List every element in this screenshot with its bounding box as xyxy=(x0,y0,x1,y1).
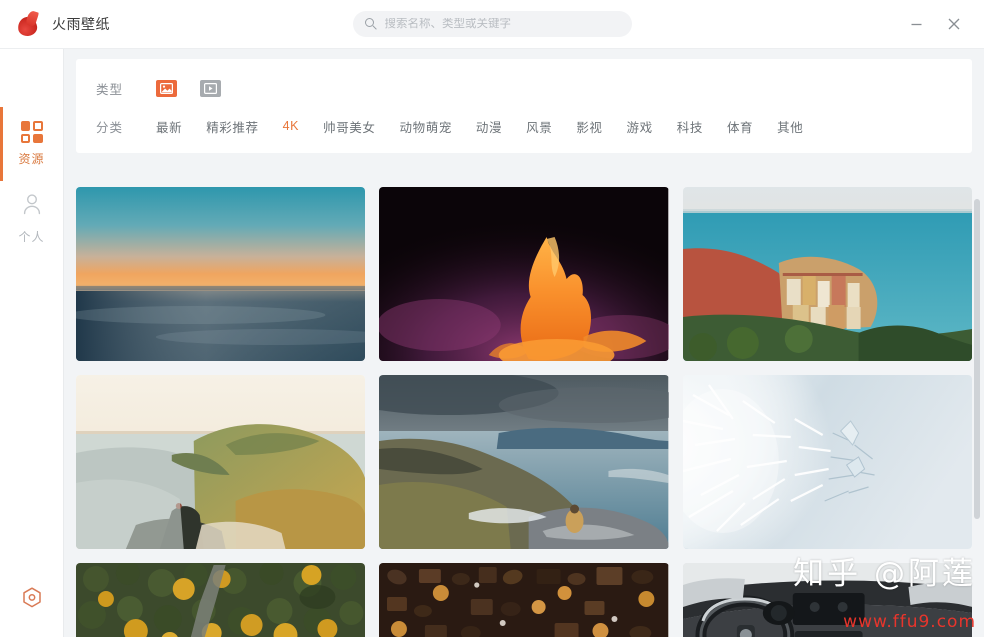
filter-panel: 类型 分类 最新 精彩推荐 4K 帅哥美女 动物萌宠 动漫 风景 影视 游戏 科… xyxy=(76,59,972,153)
category-options: 最新 精彩推荐 4K 帅哥美女 动物萌宠 动漫 风景 影视 游戏 科技 体育 其… xyxy=(156,117,803,136)
wallpaper-thumbnail-car-interior-dashboard xyxy=(682,563,972,637)
category-item-sports[interactable]: 体育 xyxy=(727,117,753,136)
search-icon xyxy=(364,17,378,31)
wallpaper-card[interactable] xyxy=(379,375,669,549)
type-option-video[interactable] xyxy=(200,79,221,97)
wallpaper-thumbnail-sunset-ocean-horizon xyxy=(76,187,366,361)
wallpaper-card[interactable] xyxy=(379,187,669,361)
grid-icon xyxy=(20,121,43,143)
video-play-icon xyxy=(204,82,217,94)
sidebar-item-resources-label: 资源 xyxy=(18,152,45,166)
wallpaper-thumbnail-cinque-terre-coastal-village xyxy=(682,187,972,361)
main-scrollbar[interactable] xyxy=(974,199,980,607)
wallpaper-card[interactable] xyxy=(682,375,972,549)
wallpaper-card[interactable] xyxy=(682,563,972,637)
app-title: 火雨壁纸 xyxy=(52,16,110,32)
category-item-4k[interactable]: 4K xyxy=(283,119,300,133)
window-controls xyxy=(744,9,984,39)
wallpaper-thumbnail-orange-purple-ink-flame xyxy=(379,187,669,361)
search-input[interactable] xyxy=(384,18,620,30)
wallpaper-thumbnail-golden-cliffs-coastline xyxy=(76,375,366,549)
app-window: 火雨壁纸 搜索名称、类型或关键字 资源 个人 类型 分类 最新 精彩推荐 4K … xyxy=(0,0,984,637)
category-item-anime[interactable]: 动漫 xyxy=(476,117,502,136)
person-icon xyxy=(20,192,44,221)
image-icon xyxy=(160,82,173,94)
filter-row-type: 类型 xyxy=(96,73,952,103)
wallpaper-grid xyxy=(76,187,972,637)
category-item-other[interactable]: 其他 xyxy=(777,117,803,136)
search-box[interactable] xyxy=(352,11,632,37)
flame-logo-icon xyxy=(16,9,42,38)
wallpaper-thumbnail-frost-ice-crystals-macro xyxy=(682,375,972,549)
wallpaper-card[interactable] xyxy=(379,563,669,637)
close-button[interactable] xyxy=(938,9,970,39)
category-item-animals[interactable]: 动物萌宠 xyxy=(400,117,452,136)
wallpaper-card[interactable] xyxy=(76,375,366,549)
app-brand: 火雨壁纸 xyxy=(0,9,240,38)
category-item-latest[interactable]: 最新 xyxy=(156,117,182,136)
wallpaper-thumbnail-moody-cliff-overlook xyxy=(379,375,669,549)
wallpaper-card[interactable] xyxy=(76,563,366,637)
category-item-games[interactable]: 游戏 xyxy=(627,117,653,136)
wallpaper-thumbnail-latte-art-coffee-beans xyxy=(379,563,669,637)
sidebar-item-personal[interactable]: 个人 xyxy=(0,181,64,255)
title-bar: 火雨壁纸 xyxy=(0,0,984,48)
minimize-button[interactable] xyxy=(900,9,932,39)
category-item-scenery[interactable]: 风景 xyxy=(526,117,552,136)
filter-row-category: 分类 最新 精彩推荐 4K 帅哥美女 动物萌宠 动漫 风景 影视 游戏 科技 体… xyxy=(96,111,952,141)
sidebar-settings[interactable] xyxy=(0,585,64,611)
gallery-scroll-area xyxy=(76,187,972,637)
wallpaper-card[interactable] xyxy=(76,187,366,361)
type-options xyxy=(156,79,221,97)
sidebar-item-personal-label: 个人 xyxy=(18,229,45,244)
type-option-image[interactable] xyxy=(156,79,177,97)
filter-category-label: 分类 xyxy=(96,120,124,135)
filter-type-label: 类型 xyxy=(96,82,124,97)
body: 资源 个人 类型 分类 最新 精彩推荐 4K 帅哥美女 动物萌宠 动漫 风景 影… xyxy=(0,48,984,637)
category-item-tech[interactable]: 科技 xyxy=(677,117,703,136)
main-inner: 类型 分类 最新 精彩推荐 4K 帅哥美女 动物萌宠 动漫 风景 影视 游戏 科… xyxy=(64,49,984,637)
category-item-people[interactable]: 帅哥美女 xyxy=(323,117,375,136)
sidebar: 资源 个人 xyxy=(0,49,64,637)
main-content: 类型 分类 最新 精彩推荐 4K 帅哥美女 动物萌宠 动漫 风景 影视 游戏 科… xyxy=(64,49,984,637)
gear-icon xyxy=(22,587,41,608)
category-item-movies[interactable]: 影视 xyxy=(576,117,602,136)
wallpaper-card[interactable] xyxy=(682,187,972,361)
scrollbar-thumb[interactable] xyxy=(974,199,980,519)
search-container xyxy=(240,11,744,37)
wallpaper-thumbnail-aerial-autumn-forest-road xyxy=(76,563,366,637)
category-item-featured[interactable]: 精彩推荐 xyxy=(206,117,258,136)
sidebar-item-resources[interactable]: 资源 xyxy=(0,107,64,181)
